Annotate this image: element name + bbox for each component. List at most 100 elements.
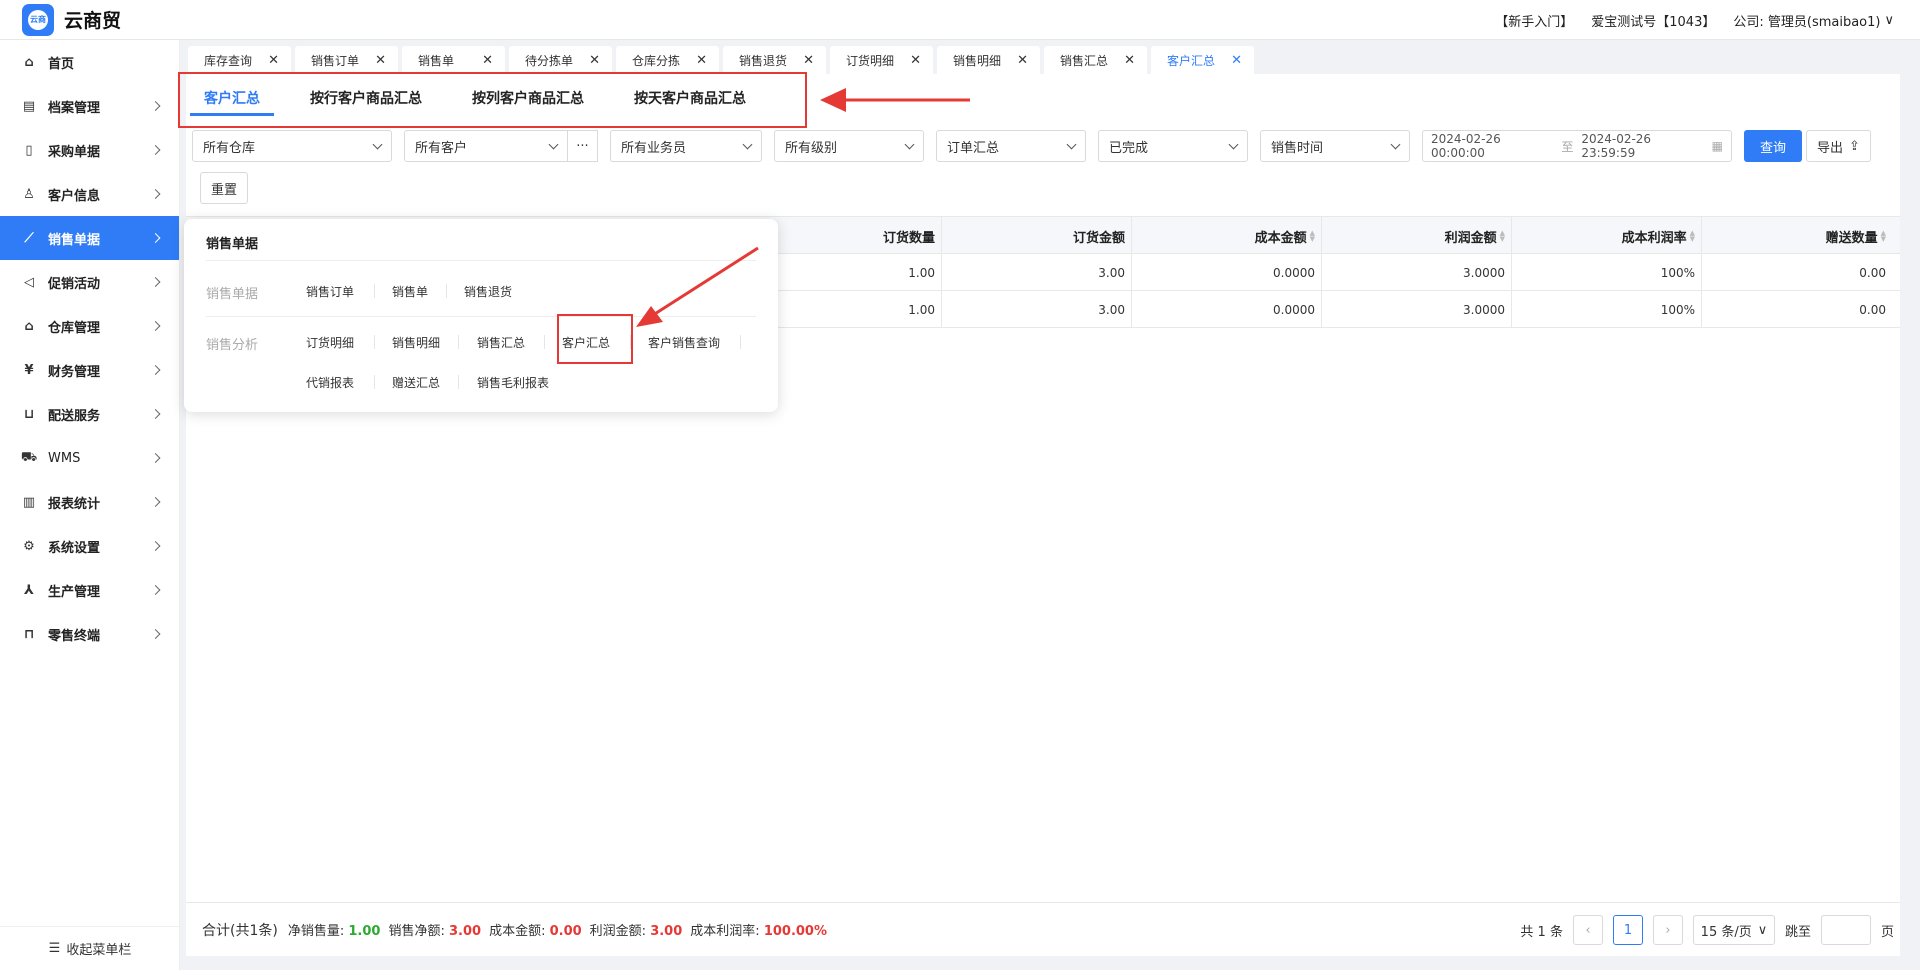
sidebar-item-delivery[interactable]: ⊔ 配送服务 bbox=[0, 392, 179, 436]
jump-page-input[interactable] bbox=[1820, 915, 1871, 945]
tab-sales-return[interactable]: 销售退货 ✕ bbox=[723, 46, 826, 74]
tab-warehouse-pick[interactable]: 仓库分拣 ✕ bbox=[616, 46, 719, 74]
sidebar-item-label: 零售终端 bbox=[48, 628, 101, 644]
next-page-button[interactable]: › bbox=[1652, 915, 1683, 945]
chevron-down-icon bbox=[1390, 139, 1401, 149]
collapse-label: 收起菜单栏 bbox=[66, 943, 132, 958]
sidebar-item-retail[interactable]: ⊓ 零售终端 bbox=[0, 612, 179, 656]
status-select[interactable]: 已完成 bbox=[1098, 130, 1248, 162]
close-icon[interactable]: ✕ bbox=[589, 53, 600, 68]
bag-icon: ⊓ bbox=[23, 626, 35, 642]
flyout-link-sales-bill[interactable]: 销售单 bbox=[392, 283, 428, 300]
col-gift-qty[interactable]: 赠送数量 ▲ ▼ bbox=[1702, 217, 1892, 255]
prev-page-button[interactable]: ‹ bbox=[1572, 915, 1603, 945]
divider bbox=[458, 335, 459, 349]
pager-total: 共 1 条 bbox=[1520, 924, 1563, 940]
sidebar-item-sales[interactable]: ⟋ 销售单据 bbox=[0, 216, 179, 260]
date-from: 2024-02-26 00:00:00 bbox=[1431, 132, 1501, 160]
calendar-icon: ▦ bbox=[1711, 139, 1723, 153]
page-size-select[interactable]: 15 条/页 ∨ bbox=[1692, 915, 1775, 945]
summary-net-amount: 销售净额: 3.00 bbox=[388, 920, 481, 939]
chevron-right-icon bbox=[150, 629, 161, 639]
close-icon[interactable]: ✕ bbox=[696, 53, 707, 68]
sidebar-item-settings[interactable]: ⚙ 系统设置 bbox=[0, 524, 179, 568]
sidebar-item-home[interactable]: ⌂ 首页 bbox=[0, 40, 179, 84]
sort-icon: ▲ ▼ bbox=[1880, 229, 1886, 243]
user-menu[interactable]: 公司: 管理员(smaibao1) ∨ bbox=[1733, 11, 1894, 30]
cell-profit-amount: 3.0000 bbox=[1322, 254, 1512, 291]
tab-customer-summary[interactable]: 客户汇总 ✕ bbox=[1151, 46, 1254, 74]
tab-label: 销售单 bbox=[418, 53, 455, 68]
col-profit-rate[interactable]: 成本利润率 ▲ ▼ bbox=[1512, 217, 1702, 255]
customer-select[interactable]: 所有客户 bbox=[404, 130, 568, 162]
sidebar-item-finance[interactable]: ¥ 财务管理 bbox=[0, 348, 179, 392]
summary-type-select[interactable]: 订单汇总 bbox=[936, 130, 1086, 162]
tab-order-detail[interactable]: 订货明细 ✕ bbox=[830, 46, 933, 74]
divider bbox=[374, 375, 375, 389]
document-icon: ▯ bbox=[25, 142, 33, 158]
divider bbox=[374, 284, 375, 298]
archive-icon: ▤ bbox=[22, 98, 36, 114]
chevron-down-icon bbox=[372, 139, 383, 149]
guide-link[interactable]: 【新手入门】 bbox=[1495, 11, 1573, 30]
flyout-link-sales-return[interactable]: 销售退货 bbox=[464, 283, 512, 300]
cell-profit-amount: 3.0000 bbox=[1322, 291, 1512, 328]
page-unit-label: 页 bbox=[1880, 924, 1894, 940]
sidebar-item-production[interactable]: ⅄ 生产管理 bbox=[0, 568, 179, 612]
sidebar-item-warehouse[interactable]: ⌂ 仓库管理 bbox=[0, 304, 179, 348]
tab-inventory[interactable]: 库存查询 ✕ bbox=[188, 46, 291, 74]
tab-pending-pick[interactable]: 待分拣单 ✕ bbox=[509, 46, 612, 74]
close-icon[interactable]: ✕ bbox=[1124, 53, 1135, 68]
sidebar-item-report[interactable]: ▥ 报表统计 bbox=[0, 480, 179, 524]
tab-sales-summary[interactable]: 销售汇总 ✕ bbox=[1044, 46, 1147, 74]
close-icon[interactable]: ✕ bbox=[482, 53, 493, 68]
flyout-link-customer-sales-query[interactable]: 客户销售查询 bbox=[648, 334, 720, 351]
tab-sales-bill[interactable]: 销售单 ✕ bbox=[402, 46, 505, 74]
close-icon[interactable]: ✕ bbox=[1017, 53, 1028, 68]
date-separator: 至 bbox=[1561, 139, 1574, 154]
chevron-right-icon bbox=[150, 453, 161, 463]
tab-sales-order[interactable]: 销售订单 ✕ bbox=[295, 46, 398, 74]
warehouse-select[interactable]: 所有仓库 bbox=[192, 130, 392, 162]
sidebar-item-wms[interactable]: ⛟ WMS bbox=[0, 436, 179, 480]
reset-button[interactable]: 重置 bbox=[200, 172, 249, 204]
export-button[interactable]: 导出 ⇪ bbox=[1806, 130, 1871, 162]
close-icon[interactable]: ✕ bbox=[375, 53, 386, 68]
close-icon[interactable]: ✕ bbox=[910, 53, 921, 68]
time-type-select[interactable]: 销售时间 bbox=[1260, 130, 1410, 162]
tab-sales-detail[interactable]: 销售明细 ✕ bbox=[937, 46, 1040, 74]
header-label: 成本金额 bbox=[1254, 230, 1307, 246]
close-icon[interactable]: ✕ bbox=[268, 53, 279, 68]
salesman-select[interactable]: 所有业务员 bbox=[610, 130, 762, 162]
col-cost-amount[interactable]: 成本金额 ▲ ▼ bbox=[1132, 217, 1322, 255]
flyout-link-sales-detail[interactable]: 销售明细 bbox=[392, 334, 440, 351]
sidebar-item-purchase[interactable]: ▯ 采购单据 bbox=[0, 128, 179, 172]
level-select[interactable]: 所有级别 bbox=[774, 130, 924, 162]
chevron-down-icon bbox=[1066, 139, 1077, 149]
flyout-link-sales-order[interactable]: 销售订单 bbox=[306, 283, 354, 300]
flyout-link-gift-summary[interactable]: 赠送汇总 bbox=[392, 374, 440, 391]
sidebar-item-promotion[interactable]: ◁ 促销活动 bbox=[0, 260, 179, 304]
more-icon[interactable]: ··· bbox=[568, 130, 598, 162]
flyout-link-gross-profit-report[interactable]: 销售毛利报表 bbox=[477, 374, 549, 391]
chevron-right-icon bbox=[150, 101, 161, 111]
collapse-menu-button[interactable]: ☰ 收起菜单栏 bbox=[0, 926, 180, 970]
flyout-link-consignment-report[interactable]: 代销报表 bbox=[306, 374, 354, 391]
annotation-box bbox=[178, 72, 807, 128]
date-range-picker[interactable]: 2024-02-26 00:00:00 至 2024-02-26 23:59:5… bbox=[1422, 130, 1732, 162]
query-button[interactable]: 查询 bbox=[1744, 130, 1803, 162]
page-number-button[interactable]: 1 bbox=[1612, 915, 1643, 945]
select-value: 所有级别 bbox=[785, 140, 838, 156]
sidebar-item-archive[interactable]: ▤ 档案管理 bbox=[0, 84, 179, 128]
col-profit-amount[interactable]: 利润金额 ▲ ▼ bbox=[1322, 217, 1512, 255]
account-label: 爱宝测试号【1043】 bbox=[1591, 14, 1716, 30]
cell-order-qty: 1.00 bbox=[752, 254, 942, 291]
sidebar-item-customer[interactable]: ♙ 客户信息 bbox=[0, 172, 179, 216]
close-icon[interactable]: ✕ bbox=[803, 53, 814, 68]
logo-text: 云商 bbox=[28, 9, 48, 30]
flyout-link-sales-summary[interactable]: 销售汇总 bbox=[477, 334, 525, 351]
chevron-right-icon bbox=[150, 409, 161, 419]
flyout-link-order-detail[interactable]: 订货明细 bbox=[306, 334, 354, 351]
divider bbox=[374, 335, 375, 349]
close-icon[interactable]: ✕ bbox=[1231, 53, 1242, 68]
